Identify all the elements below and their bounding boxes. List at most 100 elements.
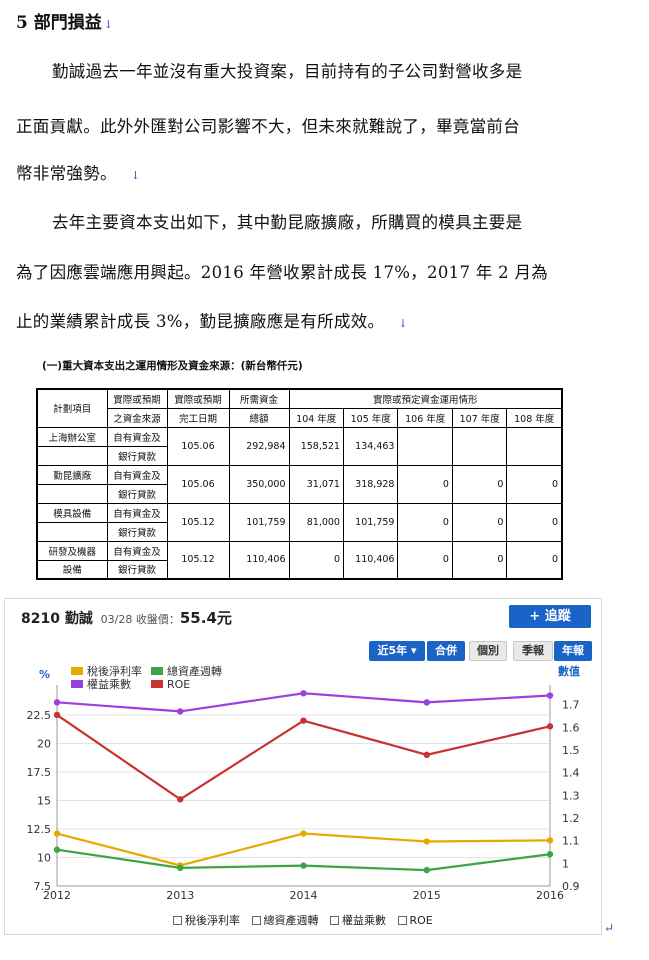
legend-label: 總資產週轉 [167,664,222,678]
table-cell-year-value: 0 [506,540,563,580]
table-cell-project: 設備 [36,559,108,580]
header-year: 107 年度 [451,407,508,428]
table-cell-done: 105.06 [166,426,230,466]
series-point [546,837,554,844]
table-cell-source: 自有資金及 [106,502,168,523]
capex-table: 計劃項目 實際或預期 實際或預期 所需資金 實際或預定資金運用情形 之資金來源 … [36,388,563,580]
right-tick-label: 1.6 [562,721,580,734]
right-tick-label: 1.2 [562,812,580,825]
paragraph-line: 為了因應雲端應用興起。2016 年營收累計成長 17%，2017 年 2 月為 [16,263,549,282]
header-year: 108 年度 [506,407,563,428]
right-axis-unit: 數值 [558,664,580,678]
legend-toggle-label[interactable]: 權益乘數 [342,914,386,927]
table-cell-year-value: 0 [397,540,453,580]
table-cell-done: 105.06 [166,464,230,504]
table-cell-project: 上海辦公室 [36,426,108,447]
table-cell-project [36,445,108,466]
right-tick-label: 1.4 [562,767,580,780]
table-row: 勤昆擴廠 自有資金及 105.06 350,000 31,071 318,928 0 0 0 [36,464,563,504]
series-point [177,796,184,803]
series-point [546,851,554,858]
table-cell-year-value: 101,759 [342,502,399,542]
table-cell-year-value: 134,463 [342,426,399,466]
right-tick-label: 1.3 [562,789,580,802]
legend-toggle-label[interactable]: ROE [410,914,433,927]
series-point [423,838,430,845]
series-point [300,717,307,724]
financial-chart-widget: 8210 勤誠 03/28 收盤價：55.4元 + 追蹤 近5年 ▾ 合併 個別… [4,598,602,935]
table-cell-project: 勤昆擴廠 [36,464,108,485]
checkbox-icon[interactable] [173,916,182,925]
left-tick-label: 20 [37,737,51,750]
table-cell-year-value: 0 [451,540,508,580]
table-cell-source: 銀行貸款 [106,559,168,580]
legend-swatch [151,667,163,675]
table-cell-done: 105.12 [166,540,230,580]
dupont-line-chart: 7.51012.51517.52022.50.911.11.21.31.41.5… [27,664,581,902]
left-tick-label: 17.5 [27,766,52,779]
table-cell-project: 研發及機器 [36,540,108,561]
series-point [546,723,554,730]
bottom-legend: 稅後淨利率 總資產週轉 權益乘數 ROE [165,912,433,928]
series-point [53,846,61,853]
right-tick-label: 0.9 [562,880,580,893]
left-tick-label: 15 [37,794,51,807]
legend-swatch [71,680,83,688]
table-cell-total: 350,000 [228,464,290,504]
paragraph-line: 正面貢獻。此外外匯對公司影響不大，但未來就難說了，畢竟當前台 [16,117,520,136]
header-need: 總額 [228,407,290,428]
series-point [53,699,61,706]
checkbox-icon[interactable] [330,916,339,925]
paragraph-line: 幣非常強勢。 ↓ [16,160,140,184]
table-cell-year-value: 0 [451,502,508,542]
left-tick-label: 22.5 [27,709,52,722]
paragraph-mark-icon: ↓ [103,18,113,31]
table-cell-year-value: 0 [397,502,453,542]
legend-label: 權益乘數 [87,677,131,691]
table-cell-source: 自有資金及 [106,464,168,485]
series-point [300,830,307,837]
header-source: 之資金來源 [106,407,168,428]
x-tick-label: 2014 [290,889,318,902]
paragraph-mark-icon: ↓ [130,169,141,182]
paragraph-line: 止的業績累計成長 3%，勤昆擴廠應是有所成效。 ↓ [16,308,408,332]
header-usage: 實際或預定資金運用情形 [288,388,563,409]
header-done: 完工日期 [166,407,230,428]
legend-toggle-label[interactable]: 稅後淨利率 [185,914,240,927]
table-cell-source: 銀行貸款 [106,483,168,504]
series-point [177,864,184,872]
section-heading: 5 部門損益 ↓ [16,8,113,33]
checkbox-icon[interactable] [397,916,407,925]
x-tick-label: 2015 [413,889,441,902]
checkbox-icon[interactable] [251,916,261,925]
table-header-row: 之資金來源 完工日期 總額 104 年度 105 年度 106 年度 107 年… [37,407,563,428]
table-cell-year-value: 0 [397,464,453,504]
table-cell-project [36,483,108,504]
table-cell-year-value: 318,928 [342,464,399,504]
table-cell-year-value: 0 [288,540,344,580]
right-tick-label: 1 [562,857,569,870]
x-tick-label: 2013 [166,889,194,902]
series-point [546,692,554,699]
series-point [300,690,307,697]
legend-toggle-label[interactable]: 總資產週轉 [264,914,319,927]
right-tick-label: 1.5 [562,744,580,757]
table-cell-year-value: 81,000 [288,502,344,542]
header-year: 105 年度 [342,407,399,428]
section-heading-text: 5 部門損益 [16,13,102,33]
table-cell-source: 銀行貸款 [106,445,168,466]
header-year: 104 年度 [288,407,344,428]
paragraph-line-text: 止的業績累計成長 3%，勤昆擴廠應是有所成效。 [16,312,385,331]
series-point [53,830,61,837]
table-cell-year-value: 0 [506,464,563,504]
left-tick-label: 10 [37,851,51,864]
series-point [300,862,307,869]
series-point [423,866,430,874]
series-point [53,711,61,719]
table-cell-year-value [397,426,453,466]
paragraph-mark-icon: ↓ [398,317,408,330]
table-cell-done: 105.12 [166,502,230,542]
table-cell-year-value [506,426,563,466]
paragraph-line: 去年主要資本支出如下，其中勤昆廠擴廠，所購買的模具主要是 [52,213,523,232]
paragraph-line: 勤誠過去一年並沒有重大投資案，目前持有的子公司對營收多是 [52,62,523,81]
